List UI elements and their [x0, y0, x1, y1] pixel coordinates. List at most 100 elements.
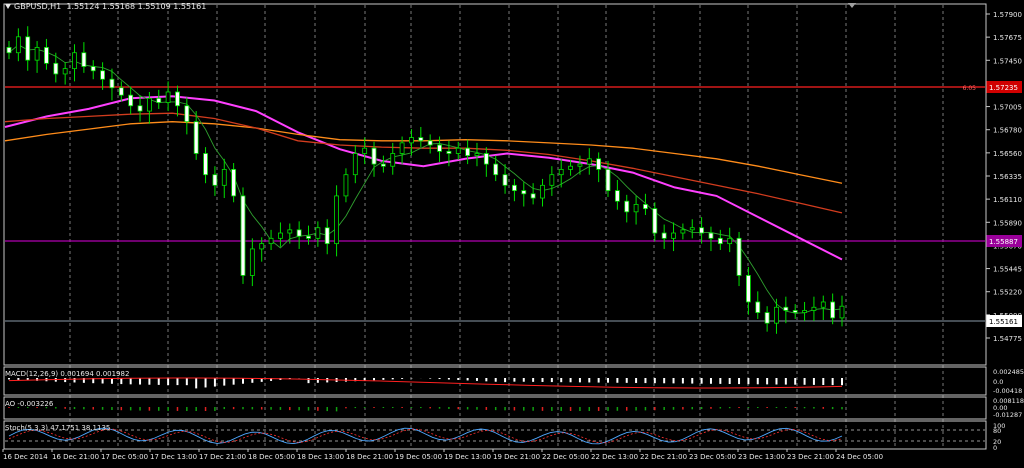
- candle-body: [175, 91, 180, 107]
- moving-average-line: [4, 112, 843, 214]
- candle-body: [221, 168, 227, 186]
- macd-label: MACD(12,26,9) 0.001694 0.001982: [5, 370, 130, 378]
- time-label: 19 Dec 13:00: [444, 453, 491, 461]
- price-tick-label: 1.57675: [993, 34, 1022, 42]
- candle-body: [643, 203, 648, 210]
- resistance-price-label: 1.57235: [989, 84, 1018, 92]
- candle-body: [437, 144, 442, 152]
- time-label: 19 Dec 05:00: [395, 453, 442, 461]
- candle-body: [549, 174, 555, 186]
- candle-body: [44, 47, 49, 64]
- candle-body: [53, 62, 59, 75]
- dropdown-arrow-icon[interactable]: [5, 4, 11, 9]
- candle-body: [717, 237, 723, 245]
- price-tick-label: 1.55445: [993, 266, 1022, 274]
- candle-body: [306, 235, 311, 239]
- price-tick-label: 1.55220: [993, 289, 1022, 297]
- price-tick-label: 1.56560: [993, 150, 1022, 158]
- time-label: 23 Dec 13:00: [738, 453, 785, 461]
- time-label: 22 Dec 13:00: [591, 453, 638, 461]
- candle-body: [652, 208, 658, 234]
- candle-body: [231, 168, 237, 197]
- candle-body: [334, 195, 339, 245]
- candle-body: [708, 232, 714, 239]
- price-tick-label: 1.56335: [993, 173, 1022, 181]
- time-label: 18 Dec 21:00: [346, 453, 393, 461]
- candle-body: [577, 163, 583, 167]
- moving-average-line: [8, 44, 843, 314]
- symbol-label: GBPUSD,H1: [14, 2, 62, 11]
- time-label: 16 Dec 21:00: [52, 453, 99, 461]
- candle-body: [409, 137, 414, 144]
- candle-body: [268, 237, 274, 245]
- price-tick-label: 1.57450: [993, 57, 1022, 65]
- candle-body: [661, 232, 667, 239]
- ohlc-values: 1.55124 1.55168 1.55109 1.55161: [66, 2, 207, 11]
- candle-body: [371, 147, 377, 165]
- candle-body: [727, 237, 733, 245]
- candle-body: [380, 163, 386, 167]
- candle-body: [249, 248, 255, 276]
- candle-body: [240, 195, 246, 276]
- candle-body: [25, 36, 31, 61]
- candle-body: [820, 301, 826, 308]
- chart-window[interactable]: 1.579001.576751.574501.572251.570051.567…: [0, 0, 1024, 464]
- price-tick-label: 1.56110: [993, 196, 1022, 204]
- candle-body: [512, 184, 517, 192]
- candle-body: [72, 52, 77, 70]
- candle-body: [802, 310, 807, 313]
- support-price-label: 1.55887: [989, 238, 1018, 246]
- macd-tick-label: 0.0: [993, 378, 1003, 386]
- candle-body: [343, 174, 349, 197]
- price-axis: 1.579001.576751.574501.572251.570051.567…: [963, 11, 1022, 343]
- price-tick-label: 1.57005: [993, 104, 1022, 112]
- candle-body: [81, 52, 87, 67]
- candle-body: [839, 305, 845, 319]
- price-tick-label: 1.54775: [993, 335, 1022, 343]
- chart-canvas[interactable]: 1.579001.576751.574501.572251.570051.567…: [0, 0, 1024, 464]
- candle-body: [755, 301, 761, 313]
- resistance-small-label: 6.05: [963, 85, 977, 92]
- ao-label: AO -0.003226: [5, 400, 54, 408]
- candles: [6, 26, 845, 334]
- candle-body: [699, 227, 705, 234]
- candle-body: [418, 137, 424, 142]
- chart-shift-icon[interactable]: [848, 3, 856, 8]
- candle-body: [296, 229, 302, 237]
- price-tick-label: 1.55890: [993, 219, 1022, 227]
- stoch-main-line: [8, 427, 843, 445]
- chart-title[interactable]: GBPUSD,H1 1.55124 1.55168 1.55109 1.5516…: [5, 2, 206, 11]
- candle-body: [15, 36, 21, 54]
- candle-body: [455, 147, 461, 154]
- candle-body: [100, 70, 105, 80]
- ao-tick-label: -0.01287: [993, 411, 1022, 419]
- candle-body: [352, 153, 358, 176]
- candle-body: [212, 174, 218, 186]
- candle-body: [259, 243, 265, 250]
- candle-body: [605, 168, 611, 192]
- time-label: 16 Dec 2014: [3, 453, 48, 461]
- candle-body: [193, 121, 199, 154]
- candle-body: [324, 227, 330, 245]
- candle-body: [774, 306, 779, 324]
- moving-average-line: [4, 121, 843, 184]
- macd-tick-label: 0.002485: [993, 368, 1024, 376]
- candle-body: [203, 153, 208, 176]
- price-tick-label: 1.56780: [993, 127, 1022, 135]
- time-label: 17 Dec 05:00: [101, 453, 148, 461]
- candle-body: [558, 168, 564, 176]
- panel-frame: [3, 420, 987, 450]
- time-label: 23 Dec 21:00: [787, 453, 834, 461]
- candle-body: [792, 310, 798, 313]
- candle-body: [530, 193, 536, 199]
- ao-panel: 0.0081180.00-0.01287: [8, 397, 1024, 419]
- moving-average-line: [4, 95, 843, 261]
- candle-body: [493, 163, 499, 176]
- time-label: 24 Dec 05:00: [836, 453, 883, 461]
- candle-body: [287, 229, 293, 234]
- candle-body: [680, 229, 686, 234]
- candle-body: [165, 91, 171, 103]
- candle-body: [137, 105, 143, 112]
- candle-body: [736, 237, 742, 276]
- candle-body: [568, 165, 573, 170]
